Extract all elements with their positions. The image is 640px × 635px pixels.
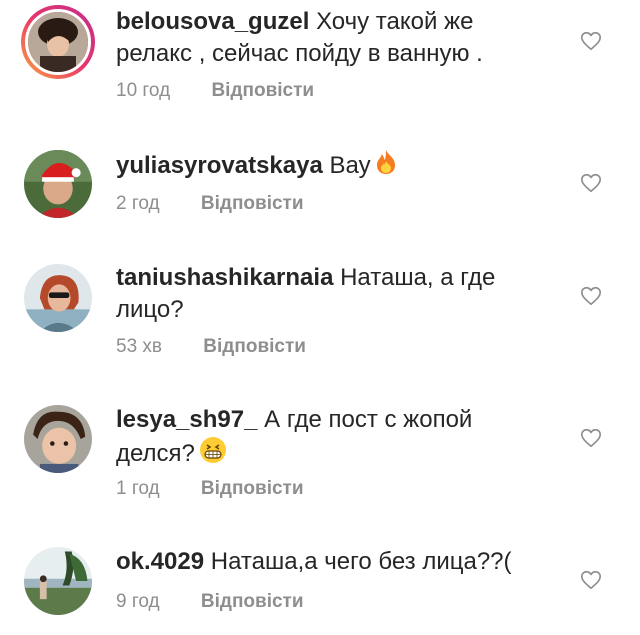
fire-emoji-icon [375,149,397,184]
comment-username[interactable]: belousova_guzel [116,8,309,35]
avatar-image [24,547,92,615]
like-heart-icon[interactable] [580,427,602,449]
like-heart-icon[interactable] [580,30,602,52]
comment-body: Вау [329,151,371,179]
grinning-emoji-icon [199,436,227,473]
avatar[interactable] [21,5,95,79]
comment-meta: 53 хв Відповісти [116,336,306,358]
avatar[interactable] [24,150,92,218]
avatar[interactable] [24,264,92,332]
comment-username[interactable]: lesya_sh97_ [116,406,257,433]
reply-button[interactable]: Відповісти [201,478,304,500]
comment-meta: 9 год Відповісти [116,591,304,613]
comment-time[interactable]: 1 год [116,478,160,500]
reply-button[interactable]: Відповісти [201,193,304,215]
comment-text-block: belousova_guzel Хочу такой же релакс , с… [116,6,556,70]
like-heart-icon[interactable] [580,172,602,194]
comment-username[interactable]: yuliasyrovatskaya [116,152,323,179]
comment-username[interactable]: ok.4029 [116,548,204,575]
comment-username[interactable]: taniushashikarnaia [116,264,333,291]
reply-button[interactable]: Відповісти [203,336,306,358]
like-heart-icon[interactable] [580,285,602,307]
avatar-image [28,12,88,72]
avatar[interactable] [24,547,92,615]
reply-button[interactable]: Відповісти [201,591,304,613]
comment-meta: 10 год Відповісти [116,80,314,102]
avatar-image [24,405,92,473]
comment-text-block: ok.4029 Наташа,а чего без лица??( [116,546,556,578]
comment-time[interactable]: 2 год [116,193,160,215]
comment-text-block: lesya_sh97_ А где пост с жопой делся? [116,404,556,473]
comment-text-block: taniushashikarnaia Наташа, а где лицо? [116,262,556,326]
comment-meta: 1 год Відповісти [116,478,304,500]
avatar-image [24,264,92,332]
comment-time[interactable]: 9 год [116,591,160,613]
like-heart-icon[interactable] [580,569,602,591]
reply-button[interactable]: Відповісти [211,80,314,102]
comment-time[interactable]: 10 год [116,80,170,102]
avatar[interactable] [24,405,92,473]
comment-meta: 2 год Відповісти [116,193,304,215]
comment-body: Наташа,а чего без лица??( [210,548,512,575]
avatar-image [24,150,92,218]
comment-time[interactable]: 53 хв [116,336,162,358]
comment-text-block: yuliasyrovatskaya Вау [116,149,556,184]
